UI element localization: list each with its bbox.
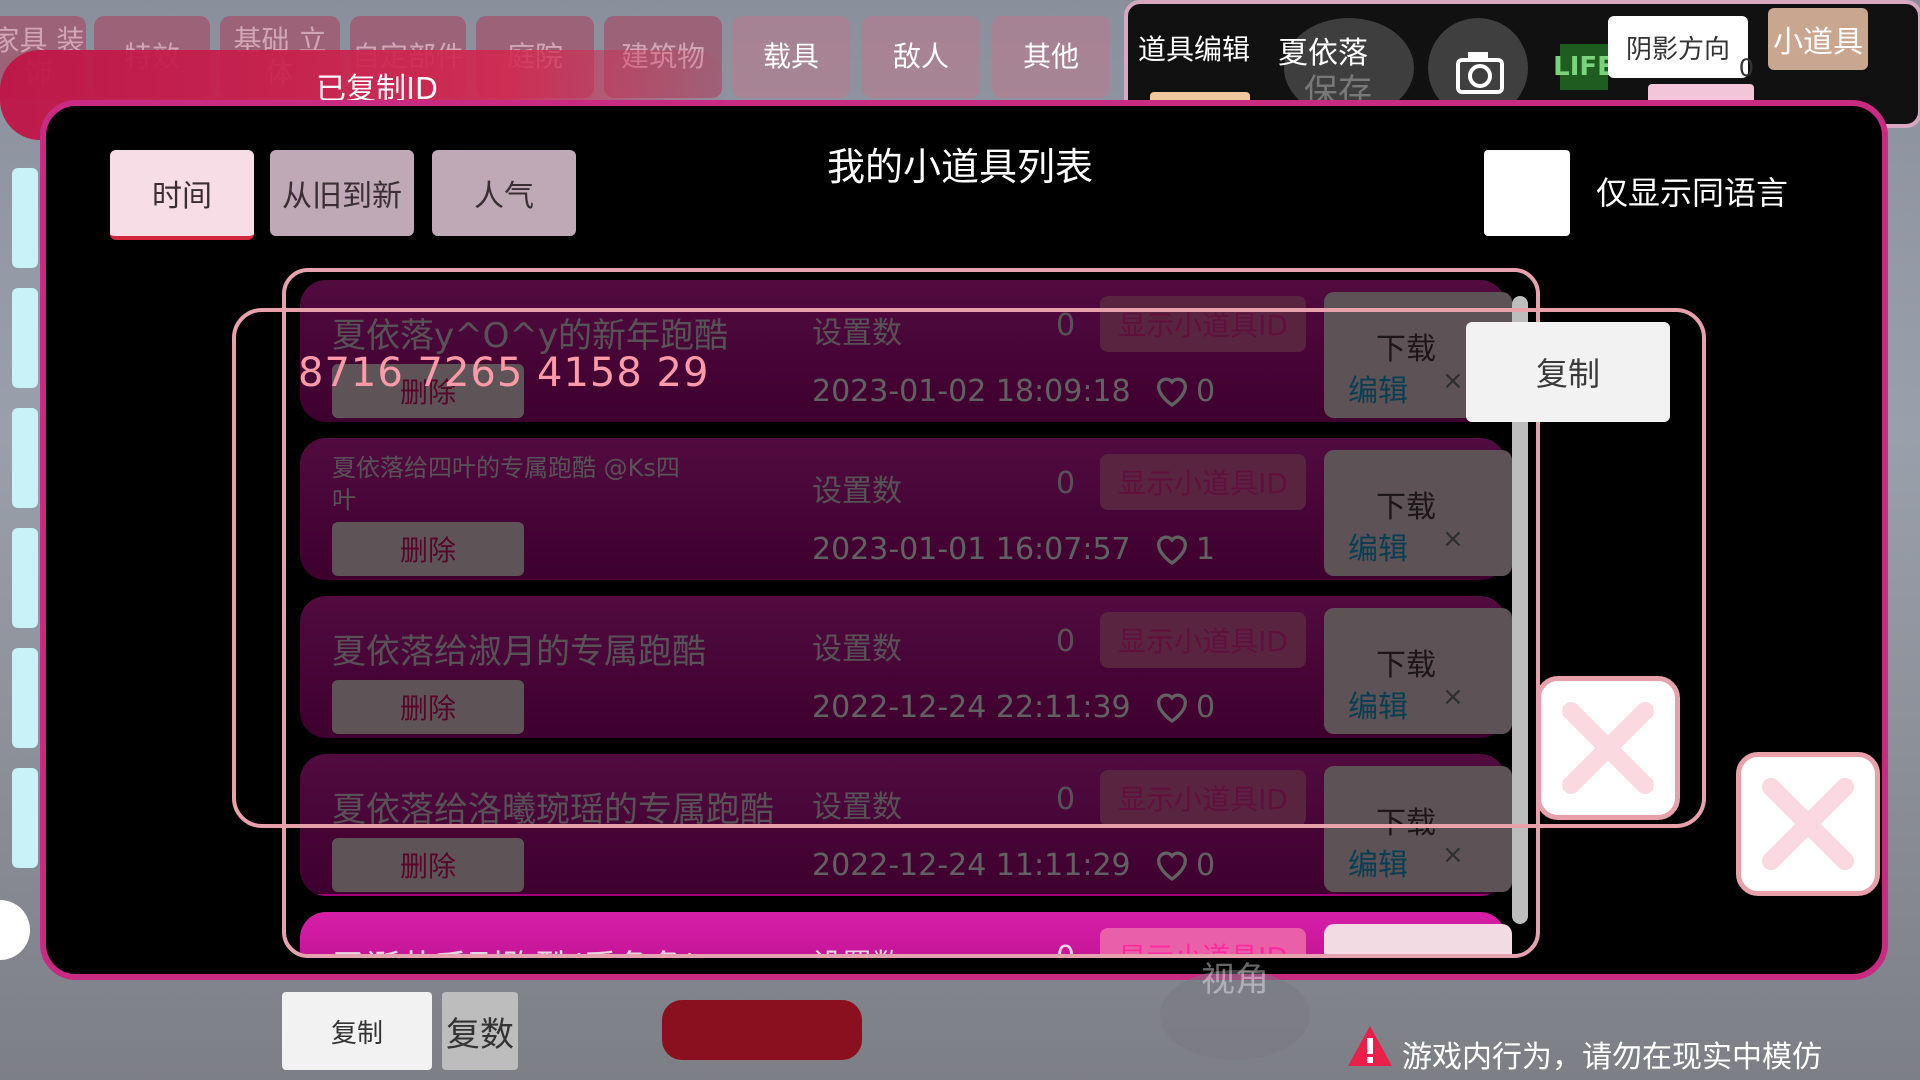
close-icon	[1762, 778, 1854, 870]
edit-panel-title: 道具编辑	[1138, 33, 1251, 66]
show-prop-id-button[interactable]: 显示小道具ID	[1100, 928, 1306, 954]
sort-by-popularity-button[interactable]: 人气	[432, 150, 576, 236]
close-id-popup-button[interactable]	[1536, 676, 1680, 820]
character-legs	[662, 1000, 862, 1060]
prop-name: 圣诞节系列跑酷(爱角角)	[332, 940, 699, 954]
copy-id-button[interactable]: 复制	[1466, 322, 1670, 422]
side-indicator	[12, 648, 38, 748]
joystick-knob[interactable]	[0, 900, 30, 960]
side-indicator	[12, 528, 38, 628]
prop-id-text: 8716 7265 4158 29	[298, 350, 710, 396]
close-modal-button[interactable]	[1736, 752, 1880, 896]
safety-warning: 游戏内行为，请勿在现实中模仿	[1402, 1040, 1822, 1075]
list-item: 圣诞节系列跑酷(爱角角) 设置数 0 显示小道具ID	[300, 912, 1512, 958]
copy-button[interactable]: 复制	[282, 992, 432, 1070]
shadow-value: 0	[1738, 54, 1754, 82]
download-edit-button[interactable]	[1324, 924, 1512, 954]
side-indicator	[12, 288, 38, 388]
props-tab[interactable]: 小道具	[1768, 8, 1868, 70]
close-icon	[1562, 702, 1654, 794]
side-indicator	[12, 408, 38, 508]
warning-icon	[1348, 1026, 1392, 1066]
view-label: 视角	[1201, 960, 1269, 1000]
same-language-checkbox[interactable]	[1484, 150, 1570, 236]
shadow-direction-label: 阴影方向	[1625, 34, 1730, 65]
same-language-label: 仅显示同语言	[1596, 174, 1789, 212]
popup-backdrop	[286, 838, 1536, 894]
category-tab[interactable]: 其他	[992, 16, 1110, 98]
category-tab[interactable]: 载具	[732, 16, 850, 98]
set-count-label: 设置数	[812, 940, 902, 954]
category-tab[interactable]: 敌人	[862, 16, 980, 98]
sort-old-to-new-button[interactable]: 从旧到新	[270, 150, 414, 236]
side-indicator	[12, 768, 38, 868]
sort-by-time-button[interactable]: 时间	[110, 150, 254, 240]
shadow-direction-button[interactable]: 阴影方向 0	[1608, 16, 1754, 82]
set-count-value: 0	[1056, 940, 1076, 958]
multiple-button[interactable]: 复数	[442, 992, 518, 1070]
view-button[interactable]: 视角	[1160, 963, 1310, 1060]
life-badge: LIFE	[1553, 44, 1615, 90]
